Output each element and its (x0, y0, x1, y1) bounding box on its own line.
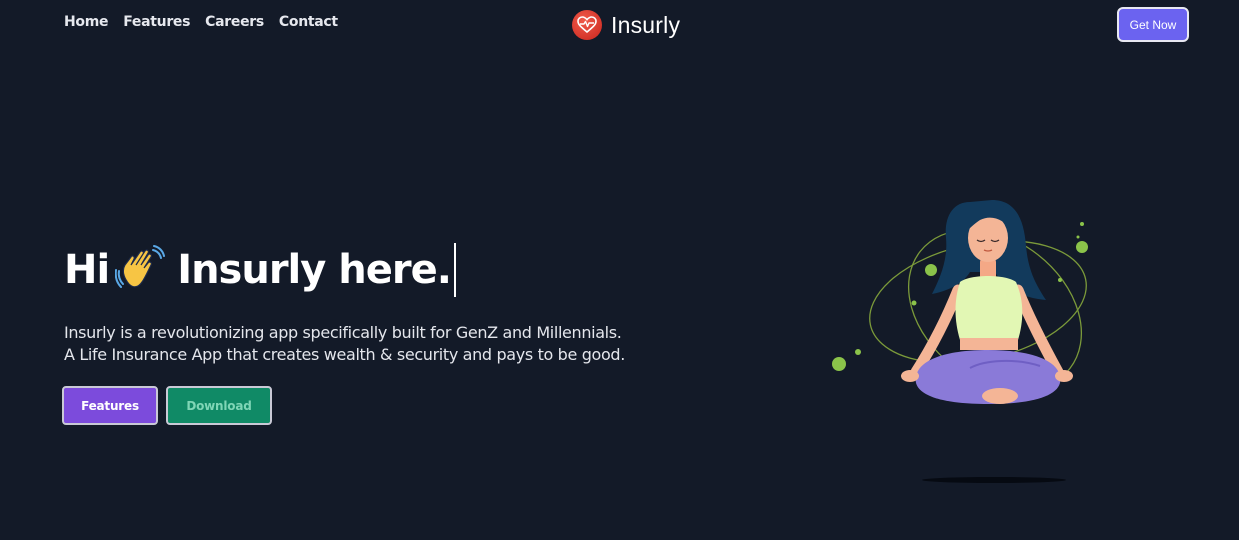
hero-description-line-1: Insurly is a revolutionizing app specifi… (64, 323, 622, 342)
nav-link-careers[interactable]: Careers (205, 14, 264, 30)
nav-link-home[interactable]: Home (64, 14, 109, 30)
hero-title-suffix: Insurly here. (177, 247, 452, 293)
hero-description-line-2: A Life Insurance App that creates wealth… (64, 345, 625, 364)
nav-link-contact[interactable]: Contact (279, 14, 338, 30)
features-button[interactable]: Features (62, 386, 158, 425)
hero-description: Insurly is a revolutionizing app specifi… (64, 322, 625, 366)
heart-pulse-icon (572, 10, 602, 40)
hero-actions: Features Download (62, 386, 272, 425)
typing-cursor (453, 243, 456, 297)
brand-name: Insurly (611, 11, 681, 38)
hero-title-prefix: Hi (64, 247, 110, 293)
nav-link-features[interactable]: Features (123, 14, 190, 30)
get-now-button[interactable]: Get Now (1117, 7, 1189, 42)
brand-logo-link[interactable]: Insurly (572, 10, 680, 40)
main-nav: Home Features Careers Contact (64, 14, 338, 30)
waving-hand-icon (114, 244, 166, 296)
download-button[interactable]: Download (166, 386, 272, 425)
meditating-woman-illustration (820, 190, 1120, 490)
hero-title: Hi Insurly here. (64, 242, 456, 298)
page: Home Features Careers Contact Insurly Ge… (0, 0, 1239, 540)
